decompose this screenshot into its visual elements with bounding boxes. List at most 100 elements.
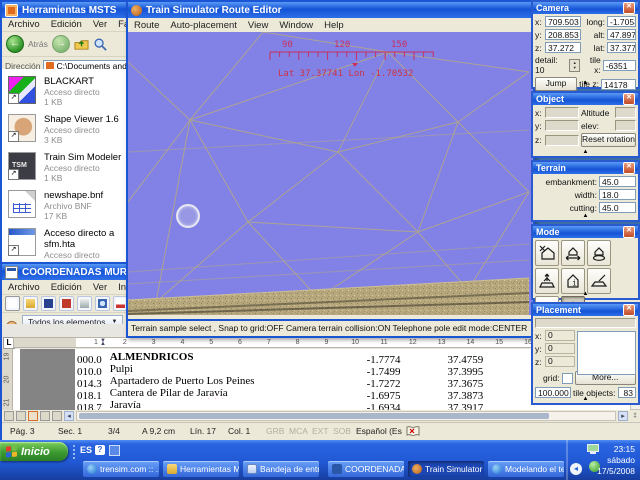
status-toggle-sob[interactable]: SOB xyxy=(333,426,351,436)
word-menu-ver[interactable]: Ver xyxy=(93,282,107,293)
camera-z-field[interactable]: 37.272 xyxy=(545,42,581,53)
close-icon[interactable]: ✕ xyxy=(623,162,635,174)
language-options-icon[interactable] xyxy=(109,445,120,456)
object-elev-field[interactable] xyxy=(615,120,636,131)
print-icon[interactable] xyxy=(77,296,92,311)
menu-ver[interactable]: Ver xyxy=(93,19,107,30)
status-language[interactable]: Español (Es xyxy=(356,426,402,436)
word-menu-edicion[interactable]: Edición xyxy=(51,282,82,293)
scroll-right-icon[interactable]: ▸ xyxy=(618,411,628,421)
object-y-field[interactable] xyxy=(545,120,579,131)
tray-clock[interactable]: 23:15 sábado 17/5/2008 xyxy=(583,441,638,479)
camera-tilex-field[interactable]: -6351 xyxy=(603,60,636,71)
open-icon[interactable] xyxy=(23,296,38,311)
normal-view-button[interactable] xyxy=(4,411,14,421)
object-collapse-icon[interactable]: ▲ xyxy=(533,148,638,156)
mode-move-object-button[interactable] xyxy=(561,240,585,266)
placement-x-field[interactable]: 0 xyxy=(545,330,575,341)
menu-view[interactable]: View xyxy=(248,20,268,31)
start-button[interactable]: Inicio xyxy=(0,442,68,461)
width-field[interactable]: 18.0 xyxy=(599,189,636,200)
file-list-item[interactable]: ↗ Shape Viewer 1.6 Acceso directo 3 KB xyxy=(8,114,126,145)
terrain-panel-titlebar[interactable]: Terrain ✕ xyxy=(533,162,638,174)
file-list-item[interactable]: ↗ Train Sim Modeler Acceso directo 1 KB xyxy=(8,152,126,183)
horizontal-scroll-thumb[interactable] xyxy=(79,413,549,419)
reset-rotation-button[interactable]: Reset rotation xyxy=(581,133,636,147)
status-toggle-mca[interactable]: MCA xyxy=(289,426,308,436)
close-icon[interactable]: ✕ xyxy=(623,93,635,105)
web-view-button[interactable] xyxy=(16,411,26,421)
placement-collapse-icon[interactable]: ▲ xyxy=(533,395,638,403)
search-icon[interactable] xyxy=(93,37,108,52)
object-x-field[interactable] xyxy=(545,107,579,118)
placement-z-field[interactable]: 0 xyxy=(545,356,575,367)
up-folder-icon[interactable] xyxy=(74,37,89,52)
explorer-titlebar[interactable]: Herramientas MSTS xyxy=(2,2,132,18)
mode-collapse-icon[interactable]: ▲ xyxy=(533,290,638,298)
object-z-field[interactable] xyxy=(545,135,579,146)
outline-view-button[interactable] xyxy=(40,411,50,421)
split-handle-icon[interactable]: ‡ xyxy=(630,413,640,419)
forward-icon[interactable]: → xyxy=(52,35,70,53)
print-view-button[interactable] xyxy=(28,411,38,421)
file-list-item[interactable]: ↗ newshape.bnf Archivo BNF 17 KB xyxy=(8,190,126,221)
route-editor-titlebar[interactable]: Train Simulator Route Editor xyxy=(128,2,533,18)
object-altitude-field[interactable] xyxy=(615,107,636,118)
status-toggle-grb[interactable]: GRB xyxy=(266,426,284,436)
vertical-ruler[interactable]: 192021 xyxy=(2,349,13,410)
grid-checkbox[interactable] xyxy=(562,373,573,384)
task-button-5[interactable]: Train Simulator ... xyxy=(408,461,484,477)
mail-icon[interactable] xyxy=(59,296,74,311)
menu-archivo[interactable]: Archivo xyxy=(8,19,40,30)
language-help-icon[interactable]: ? xyxy=(95,445,105,455)
terrain-collapse-icon[interactable]: ▲ xyxy=(533,212,638,220)
hanging-indent-marker[interactable]: ▲ xyxy=(100,341,106,347)
table-row[interactable]: 018.7 Jaravía -1.6934 37.3917 xyxy=(77,399,483,410)
task-button-6[interactable]: Modelando el te... xyxy=(488,461,564,477)
mode-select-object-button[interactable] xyxy=(535,240,559,266)
scroll-left-icon[interactable]: ◂ xyxy=(64,411,74,421)
camera-panel-titlebar[interactable]: Camera ✕ xyxy=(533,2,638,14)
taskbar-handle[interactable] xyxy=(73,443,75,459)
camera-long-field[interactable]: -1.70532 xyxy=(607,16,636,27)
horizontal-scrollbar[interactable] xyxy=(76,411,616,421)
task-button-1[interactable]: trensim.com :: ... xyxy=(83,461,159,477)
placement-object-list[interactable] xyxy=(577,331,636,375)
embankment-field[interactable]: 45.0 xyxy=(599,176,636,187)
menu-auto-placement[interactable]: Auto-placement xyxy=(170,20,237,31)
tray-chevron-icon[interactable]: ◂ xyxy=(570,463,582,475)
task-button-4[interactable]: COORDENADAS... xyxy=(328,461,404,477)
close-icon[interactable]: ✕ xyxy=(623,304,635,316)
placement-object-combo[interactable] xyxy=(535,318,636,328)
print-preview-icon[interactable] xyxy=(95,296,110,311)
mode-rotate-object-button[interactable] xyxy=(587,240,611,266)
route-editor-viewport[interactable]: 90 120 150 Lat 37.37741 Lon -1.70532 xyxy=(128,32,533,315)
task-button-2[interactable]: Herramientas M... xyxy=(163,461,239,477)
mode-panel-titlebar[interactable]: Mode ✕ xyxy=(533,226,638,238)
camera-collapse-icon[interactable]: ▲ xyxy=(533,79,638,87)
camera-y-field[interactable]: 208.853 xyxy=(545,29,581,40)
camera-x-field[interactable]: 709.503 xyxy=(545,16,581,27)
close-icon[interactable]: ✕ xyxy=(623,226,635,238)
placement-y-field[interactable]: 0 xyxy=(545,343,575,354)
new-document-icon[interactable] xyxy=(5,296,20,311)
word-menu-archivo[interactable]: Archivo xyxy=(8,282,40,293)
menu-help[interactable]: Help xyxy=(324,20,344,31)
save-icon[interactable] xyxy=(41,296,56,311)
object-panel-titlebar[interactable]: Object ✕ xyxy=(533,93,638,105)
camera-alt-field[interactable]: 47.897 xyxy=(607,29,636,40)
menu-window[interactable]: Window xyxy=(279,20,313,31)
back-label[interactable]: Atrás xyxy=(28,39,48,49)
status-toggle-ext[interactable]: EXT xyxy=(312,426,329,436)
back-icon[interactable]: ← xyxy=(6,35,24,53)
file-list-item[interactable]: ↗ BLACKART Acceso directo 1 KB xyxy=(8,76,126,107)
task-button-3[interactable]: Bandeja de entr... xyxy=(243,461,319,477)
menu-route[interactable]: Route xyxy=(134,20,159,31)
menu-edicion[interactable]: Edición xyxy=(51,19,82,30)
placement-panel-titlebar[interactable]: Placement ✕ xyxy=(533,304,638,316)
reading-view-button[interactable] xyxy=(52,411,62,421)
language-indicator[interactable]: ES xyxy=(80,445,92,455)
camera-lat-field[interactable]: 37.37741 xyxy=(607,42,636,53)
close-icon[interactable]: ✕ xyxy=(623,2,635,14)
detail-spinner[interactable]: ▲▼ xyxy=(569,59,579,72)
